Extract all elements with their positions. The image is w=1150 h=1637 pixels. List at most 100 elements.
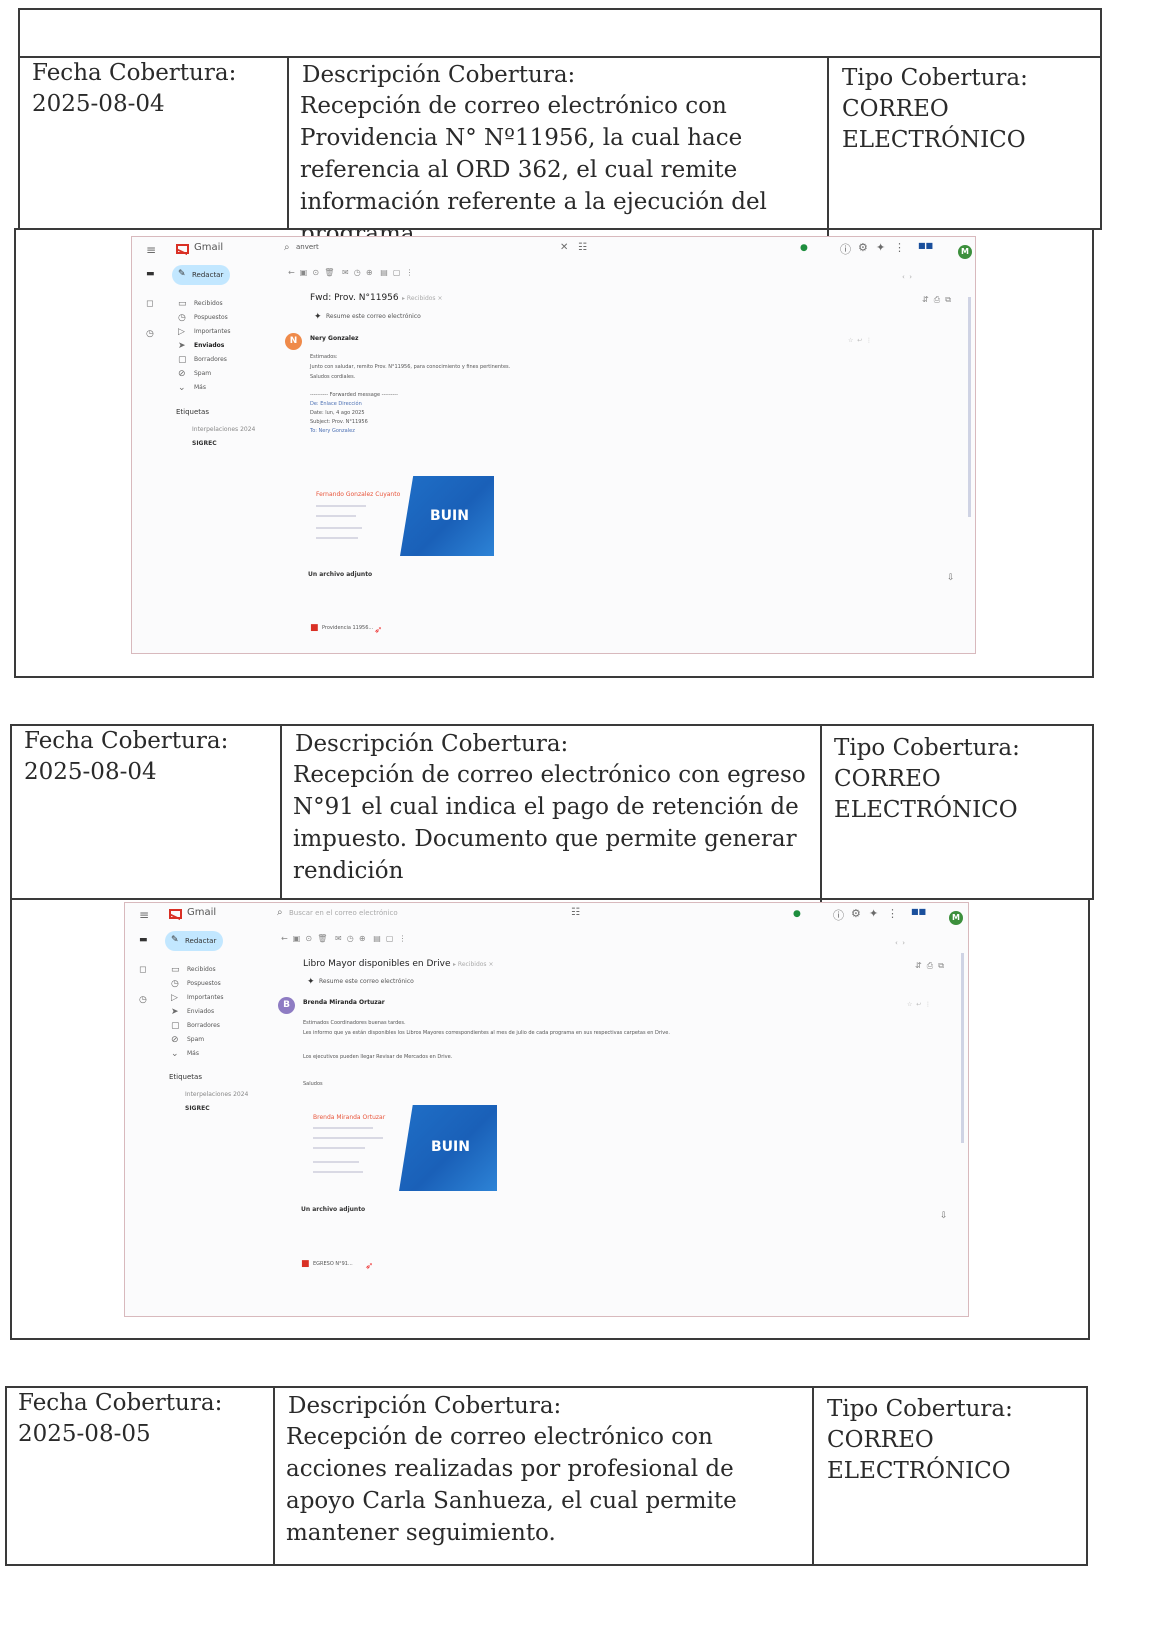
folder-item[interactable]: Recibidos [194, 300, 223, 307]
attachment-name[interactable]: EGRESO N°91... [313, 1261, 353, 1267]
account-avatar[interactable]: M [958, 245, 972, 259]
meet-rail-icon[interactable]: ◷ [139, 995, 147, 1005]
tipo-label: Tipo Cobertura: [842, 65, 1028, 91]
folder-item[interactable]: Pospuestos [187, 980, 221, 987]
email-toolbar[interactable]: ← ▣ ⊙ 🗑 ✉ ◷ ⊕ ▤ ▢ ⋮ [281, 934, 406, 943]
apps-icon[interactable]: ⋮ [894, 241, 905, 254]
folder-icon: ▷ [171, 993, 178, 1003]
forward-line: To: Nery Gonzalez [310, 428, 355, 434]
org-badge: ■■ [918, 241, 934, 250]
filter-icon[interactable]: ☷ [571, 907, 580, 918]
summary-link[interactable]: Resume este correo electrónico [319, 978, 414, 985]
folder-item[interactable]: Spam [187, 1036, 204, 1043]
print-icon[interactable]: ⇵ ⎙ ⧉ [922, 295, 951, 305]
folder-item[interactable]: Enviados [194, 342, 224, 349]
search-icon[interactable]: ⌕ [277, 907, 283, 918]
folder-icon: ◷ [171, 979, 179, 989]
label-item[interactable]: Interpelaciones 2024 [192, 426, 255, 433]
pagination-arrows[interactable]: ‹ › [902, 273, 912, 281]
gmail-logo-icon [176, 244, 189, 254]
mail-rail-icon[interactable]: ▬ [139, 935, 148, 945]
menu-icon[interactable]: ≡ [146, 243, 156, 257]
org-badge: ■■ [911, 907, 927, 916]
fecha-value: 2025-08-05 [18, 1421, 151, 1447]
compose-label: Redactar [185, 937, 217, 945]
folder-icon: ⌄ [178, 383, 186, 393]
folder-item[interactable]: Más [187, 1050, 199, 1057]
help-icon[interactable]: ⓘ [840, 241, 851, 257]
empty-row-2 [14, 678, 1094, 728]
search-input[interactable]: anvert [296, 243, 319, 251]
email-subject: Fwd: Prov. N°11956 [310, 293, 399, 303]
pagination-arrows[interactable]: ‹ › [895, 939, 905, 947]
folder-icon: ➤ [178, 341, 186, 351]
descripcion-value: Recepción de correo electrónico con Prov… [300, 93, 767, 247]
fecha-label: Fecha Cobertura: [32, 60, 237, 86]
label-item[interactable]: SIGREC [185, 1105, 210, 1112]
compose-pencil-icon: ✎ [171, 935, 179, 945]
tipo-value-line1: CORREO [834, 766, 941, 792]
mail-rail-icon[interactable]: ▬ [146, 269, 155, 279]
compose-pencil-icon: ✎ [178, 269, 186, 279]
help-icon[interactable]: ⓘ [833, 907, 844, 923]
folder-item[interactable]: Más [194, 384, 206, 391]
summary-link[interactable]: Resume este correo electrónico [326, 313, 421, 320]
drive-icon[interactable]: ⇩ [940, 1211, 948, 1221]
sender-avatar: N [285, 333, 302, 350]
settings-icon[interactable]: ⚙ [851, 907, 861, 920]
folder-icon: ➤ [171, 1007, 179, 1017]
folder-item[interactable]: Borradores [194, 356, 227, 363]
body-line: Los ejecutivos pueden llegar Revisar de … [303, 1054, 453, 1060]
account-avatar[interactable]: M [949, 911, 963, 925]
sender-name: Brenda Miranda Ortuzar [303, 999, 385, 1006]
email-date: ☆ ↩ ⋮ [848, 337, 873, 344]
buin-logo: BUIN [399, 1105, 497, 1191]
folder-icon: ⊘ [178, 369, 186, 379]
gemini-icon[interactable]: ✦ [869, 907, 878, 920]
search-input[interactable]: Buscar en el correo electrónico [289, 909, 398, 917]
drive-icon[interactable]: ⇩ [947, 573, 955, 583]
email-toolbar[interactable]: ← ▣ ⊙ 🗑 ✉ ◷ ⊕ ▤ ▢ ⋮ [288, 268, 413, 277]
fecha-label: Fecha Cobertura: [24, 728, 229, 754]
attachment-title: Un archivo adjunto [308, 571, 373, 578]
apps-icon[interactable]: ⋮ [887, 907, 898, 920]
filter-icon[interactable]: ☷ [578, 242, 587, 253]
search-icon[interactable]: ⌕ [284, 242, 290, 253]
label-item[interactable]: SIGREC [192, 440, 217, 447]
folder-icon: ▢ [178, 355, 187, 365]
sender-name: Nery Gonzalez [310, 335, 359, 342]
fecha-value: 2025-08-04 [24, 759, 157, 785]
folder-item[interactable]: Enviados [187, 1008, 214, 1015]
label-item[interactable]: Interpelaciones 2024 [185, 1091, 248, 1098]
folder-item[interactable]: Importantes [187, 994, 224, 1001]
meet-rail-icon[interactable]: ◷ [146, 329, 154, 339]
print-icon[interactable]: ⇵ ⎙ ⧉ [915, 961, 944, 971]
folder-item[interactable]: Recibidos [187, 966, 216, 973]
folder-item[interactable]: Spam [194, 370, 211, 377]
status-dot-icon: ● [800, 243, 808, 253]
attachment-name[interactable]: Providencia 11956... [322, 625, 373, 631]
descripcion-label: Descripción Cobertura: [302, 62, 576, 88]
folder-item[interactable]: Importantes [194, 328, 231, 335]
settings-icon[interactable]: ⚙ [858, 241, 868, 254]
app-name: Gmail [194, 242, 224, 253]
buin-logo-text: BUIN [431, 1139, 470, 1155]
gmail-logo-icon [169, 909, 182, 919]
chat-rail-icon[interactable]: ◻ [146, 299, 153, 309]
labels-title: Etiquetas [169, 1073, 202, 1081]
status-dot-icon: ● [793, 909, 801, 919]
folder-icon: ▭ [171, 965, 180, 975]
forward-line: Date: lun, 4 ago 2025 [310, 410, 365, 416]
menu-icon[interactable]: ≡ [139, 908, 149, 922]
gemini-icon[interactable]: ✦ [876, 241, 885, 254]
pen-mark-icon: ➶ [365, 1261, 374, 1272]
descripcion-label: Descripción Cobertura: [295, 731, 569, 757]
chat-rail-icon[interactable]: ◻ [139, 965, 146, 975]
folder-icon: ▭ [178, 299, 187, 309]
clear-search-icon[interactable]: ✕ [560, 242, 568, 253]
folder-item[interactable]: Borradores [187, 1022, 220, 1029]
body-line: Estimados Coordinadores buenas tardes. [303, 1020, 406, 1026]
body-line: Saludos cordiales. [310, 374, 356, 380]
folder-item[interactable]: Pospuestos [194, 314, 228, 321]
email-subject: Libro Mayor disponibles en Drive [303, 959, 451, 969]
